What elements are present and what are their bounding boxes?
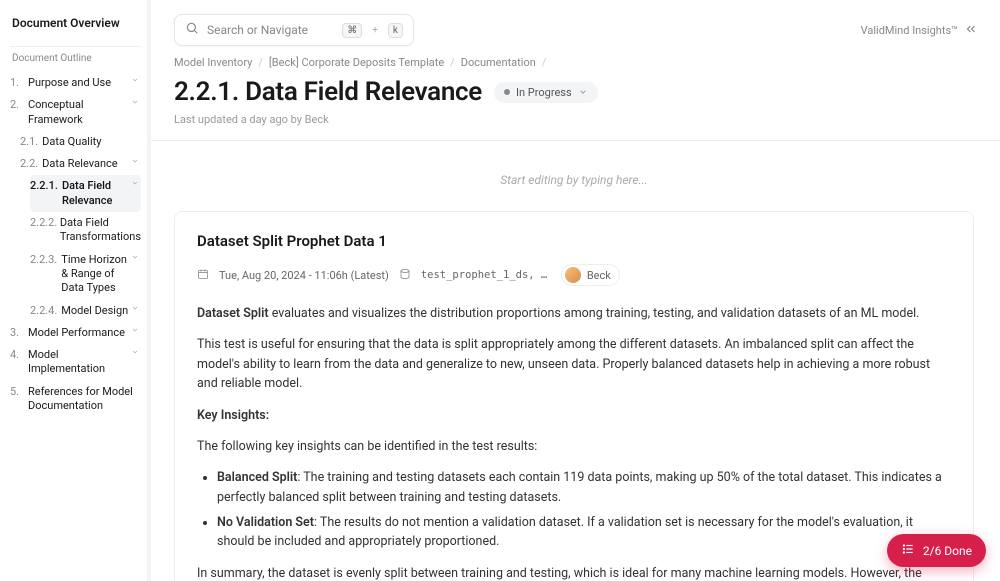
item-number: 1.	[10, 76, 24, 89]
divider	[10, 46, 141, 47]
card-body: Dataset Split evaluates and visualizes t…	[197, 304, 951, 581]
chevron-down-icon	[129, 98, 141, 109]
insights-intro: The following key insights can be identi…	[197, 437, 951, 456]
breadcrumb-link[interactable]: Documentation	[461, 56, 536, 69]
chevron-down-icon	[129, 326, 141, 337]
progress-label: 2/6 Done	[923, 544, 972, 558]
breadcrumb-sep: /	[542, 56, 547, 69]
sidebar-item[interactable]: 2. Conceptual Framework	[10, 94, 141, 131]
status-label: In Progress	[516, 86, 572, 99]
sidebar-item[interactable]: 2.2.4. Model Design	[30, 300, 141, 322]
sidebar-item[interactable]: 5. References for Model Documentation	[10, 381, 141, 418]
topbar: Search or Navigate ⌘ + k ValidMind Insig…	[148, 0, 1000, 56]
sidebar-item[interactable]: 2.2.3. Time Horizon & Range of Data Types	[30, 249, 141, 300]
chevron-down-icon	[129, 179, 141, 190]
outline-nav: 1.Purpose and Use2.Conceptual Framework2…	[10, 72, 141, 417]
item-number: 2.2.4.	[30, 304, 57, 317]
paragraph-2: This test is useful for ensuring that th…	[197, 335, 951, 393]
item-label: Model Implementation	[28, 348, 129, 377]
summary-paragraph: In summary, the dataset is evenly split …	[197, 564, 951, 581]
author-name: Beck	[587, 269, 611, 282]
chevron-down-icon	[129, 348, 141, 359]
card-meta-row: Tue, Aug 20, 2024 - 11:06h (Latest) test…	[197, 264, 951, 286]
brand-label[interactable]: ValidMind Insights™	[861, 22, 978, 39]
item-number: 2.	[10, 98, 24, 111]
database-icon	[399, 268, 411, 283]
author-chip[interactable]: Beck	[561, 264, 620, 286]
page-header: Model Inventory / [Beck] Corporate Deposit…	[148, 56, 1000, 141]
item-number: 2.2.3.	[30, 253, 57, 266]
item-label: Data Quality	[42, 135, 141, 149]
search-input[interactable]: Search or Navigate ⌘ + k	[174, 14, 414, 46]
card-code-ref[interactable]: test_prophet_1_ds, tra…	[421, 269, 551, 281]
item-label: Purpose and Use	[28, 76, 129, 90]
sidebar-item[interactable]: 2.1. Data Quality	[20, 131, 141, 153]
breadcrumb-sep: /	[258, 56, 263, 69]
item-label: Model Design	[61, 304, 129, 318]
list-item: No Validation Set: The results do not me…	[217, 513, 951, 552]
item-number: 5.	[10, 385, 24, 398]
sidebar-item[interactable]: 2.2.2. Data Field Transformations	[30, 212, 141, 249]
item-number: 2.2.2.	[30, 216, 56, 229]
avatar	[565, 267, 581, 283]
overview-heading: Document Overview	[10, 16, 141, 30]
card-title: Dataset Split Prophet Data 1	[197, 232, 951, 250]
list-item: Balanced Split: The training and testing…	[217, 468, 951, 507]
kbd-key: k	[388, 23, 403, 38]
kbd-plus: +	[372, 25, 378, 36]
calendar-icon	[197, 268, 209, 283]
breadcrumb-sep: /	[450, 56, 455, 69]
item-number: 4.	[10, 348, 24, 361]
breadcrumb-link[interactable]: Model Inventory	[174, 56, 252, 69]
content-scroll[interactable]: Start editing by typing here... Dataset …	[148, 141, 1000, 581]
breadcrumb: Model Inventory / [Beck] Corporate Deposit…	[174, 56, 974, 69]
last-updated: Last updated a day ago by Beck	[174, 113, 974, 126]
sidebar: Document Overview Document Outline 1. Pur…	[0, 0, 148, 581]
item-label: Conceptual Framework	[28, 98, 129, 127]
status-select[interactable]: In Progress	[494, 82, 598, 103]
search-placeholder: Search or Navigate	[207, 23, 334, 37]
breadcrumb-link[interactable]: [Beck] Corporate Deposits Template	[269, 56, 444, 69]
item-number: 2.1.	[20, 135, 38, 148]
chevron-down-icon	[129, 253, 141, 264]
item-label: Data Field Transformations	[60, 216, 141, 245]
main-area: Search or Navigate ⌘ + k ValidMind Insig…	[148, 0, 1000, 581]
card-timestamp: Tue, Aug 20, 2024 - 11:06h (Latest)	[219, 269, 389, 282]
insights-list: Balanced Split: The training and testing…	[217, 468, 951, 552]
item-label: Data Field Relevance	[62, 179, 129, 208]
collapse-icon	[964, 22, 978, 39]
search-icon	[185, 21, 199, 39]
item-number: 3.	[10, 326, 24, 339]
progress-pill[interactable]: 2/6 Done	[887, 534, 986, 567]
key-insights-heading: Key Insights:	[197, 406, 951, 425]
chevron-down-icon	[129, 157, 141, 168]
status-dot-icon	[504, 89, 510, 95]
sidebar-item[interactable]: 1. Purpose and Use	[10, 72, 141, 94]
editor-placeholder[interactable]: Start editing by typing here...	[174, 173, 974, 187]
item-number: 2.2.	[20, 157, 38, 170]
sidebar-item[interactable]: 4. Model Implementation	[10, 344, 141, 381]
chevron-down-icon	[578, 87, 588, 97]
outline-label: Document Outline	[10, 53, 141, 64]
chevron-down-icon	[129, 76, 141, 87]
item-label: Time Horizon & Range of Data Types	[61, 253, 129, 296]
item-label: Model Performance	[28, 326, 129, 340]
chevron-down-icon	[129, 304, 141, 315]
item-label: References for Model Documentation	[28, 385, 141, 414]
checklist-icon	[901, 542, 915, 559]
sidebar-item[interactable]: 2.2. Data Relevance	[20, 153, 141, 175]
page-title: 2.2.1. Data Field Relevance	[174, 77, 482, 107]
result-card: Dataset Split Prophet Data 1 Tue, Aug 20…	[174, 211, 974, 581]
intro-paragraph: Dataset Split evaluates and visualizes t…	[197, 304, 951, 323]
sidebar-item[interactable]: 2.2.1. Data Field Relevance	[30, 175, 141, 212]
sidebar-item[interactable]: 3. Model Performance	[10, 322, 141, 344]
item-label: Data Relevance	[42, 157, 129, 171]
item-number: 2.2.1.	[30, 179, 58, 192]
kbd-mod: ⌘	[342, 23, 362, 38]
